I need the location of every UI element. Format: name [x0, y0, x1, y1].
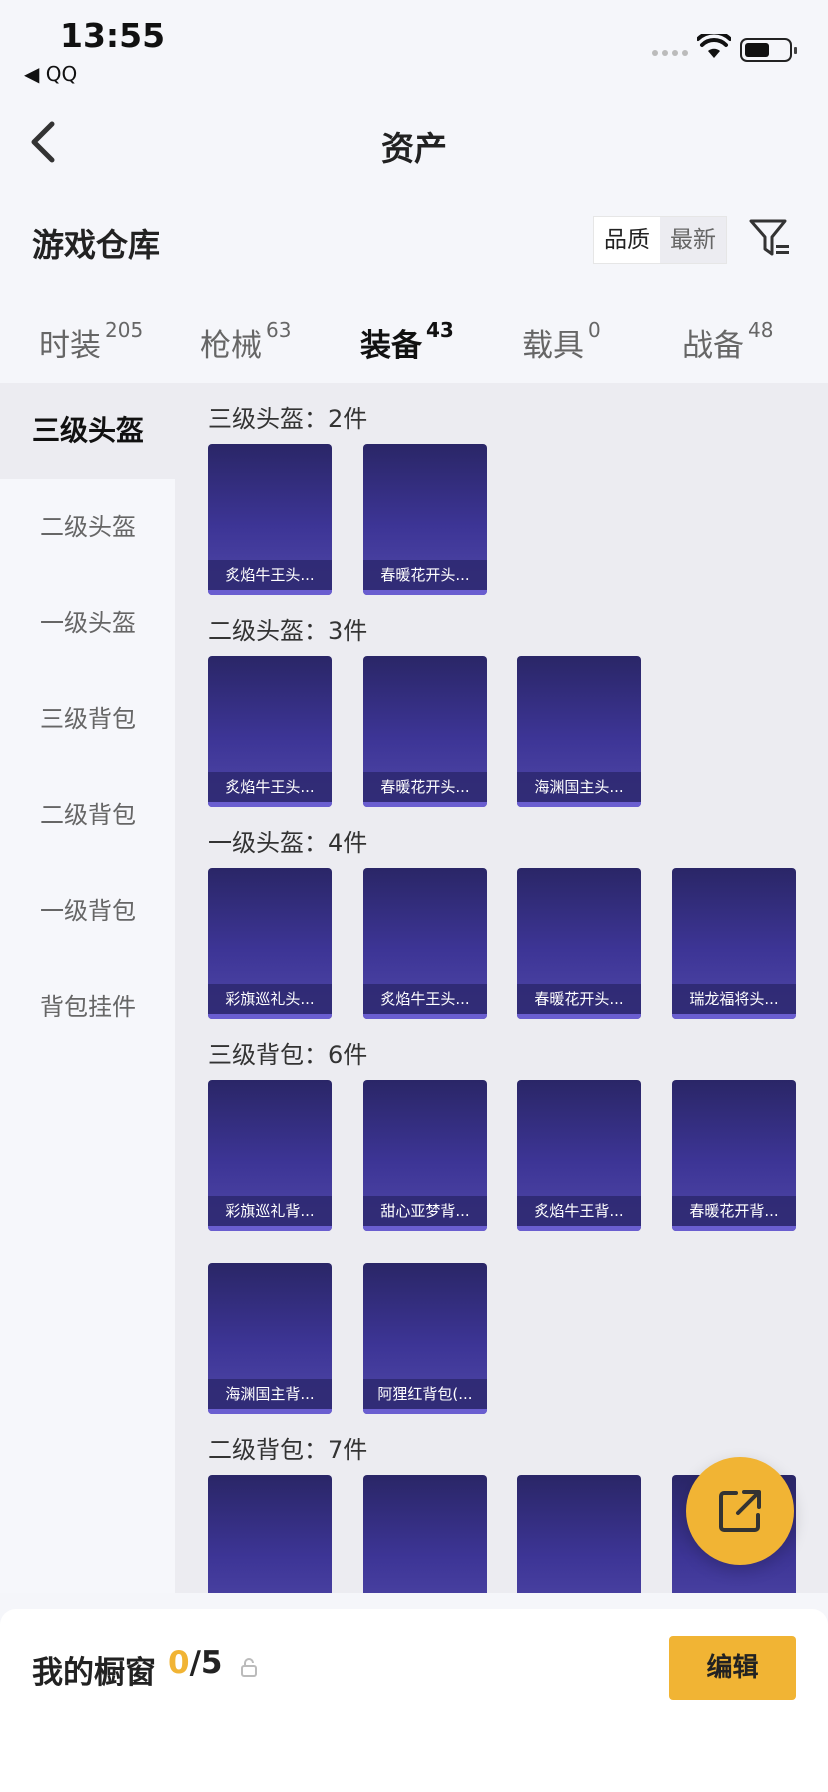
- item-name: 春暖花开头...: [517, 984, 641, 1014]
- showcase-label: 我的橱窗: [32, 1655, 156, 1691]
- item-name: 阿狸红背包(...: [363, 1379, 487, 1409]
- item-name: 炙焰牛王头...: [208, 560, 332, 590]
- warehouse-header: 游戏仓库 品质 最新: [0, 200, 828, 280]
- tab-count: 0: [588, 318, 601, 342]
- tab-count: 43: [426, 318, 454, 342]
- tab-equipment[interactable]: 装备 43: [360, 318, 454, 394]
- status-bar: 13:55 ◀ QQ: [0, 0, 828, 100]
- showcase-count: 0/5: [168, 1645, 222, 1681]
- item-card[interactable]: 彩旗巡礼背...: [208, 1080, 332, 1231]
- warehouse-title: 游戏仓库: [32, 226, 161, 264]
- item-card[interactable]: 阿狸红背包(...: [363, 1263, 487, 1414]
- item-name: 春暖花开头...: [363, 560, 487, 590]
- item-card[interactable]: [208, 1475, 332, 1593]
- item-card[interactable]: 春暖花开头...: [517, 868, 641, 1019]
- sidebar-item-lvl1-backpack[interactable]: 一级背包: [0, 863, 175, 959]
- item-name: 海渊国主背...: [208, 1379, 332, 1409]
- item-card[interactable]: 炙焰牛王头...: [208, 444, 332, 595]
- item-card[interactable]: 炙焰牛王头...: [208, 656, 332, 807]
- item-card[interactable]: 瑞龙福将头...: [672, 868, 796, 1019]
- item-name: 彩旗巡礼背...: [208, 1196, 332, 1226]
- item-name: 炙焰牛王头...: [363, 984, 487, 1014]
- edit-button[interactable]: 编辑: [669, 1636, 796, 1700]
- item-name: 炙焰牛王头...: [208, 772, 332, 802]
- tab-count: 205: [105, 318, 144, 342]
- item-card[interactable]: 甜心亚梦背...: [363, 1080, 487, 1231]
- showcase-current: 0: [168, 1645, 190, 1681]
- section-title: 二级头盔：3件: [208, 617, 368, 645]
- tab-label: 装备: [360, 328, 422, 364]
- showcase-total: /5: [189, 1645, 223, 1681]
- item-name: 海渊国主头...: [517, 772, 641, 802]
- share-button[interactable]: [686, 1457, 794, 1565]
- sidebar-item-lvl1-helmet[interactable]: 一级头盔: [0, 575, 175, 671]
- item-name: 瑞龙福将头...: [672, 984, 796, 1014]
- item-name: 春暖花开背...: [672, 1196, 796, 1226]
- item-card[interactable]: 炙焰牛王背...: [517, 1080, 641, 1231]
- status-time: 13:55: [60, 16, 166, 55]
- tab-weapons[interactable]: 枪械 63: [200, 318, 292, 365]
- item-name: 甜心亚梦背...: [363, 1196, 487, 1226]
- filter-icon[interactable]: [748, 216, 792, 260]
- item-card[interactable]: 春暖花开背...: [672, 1080, 796, 1231]
- item-name: 炙焰牛王背...: [517, 1196, 641, 1226]
- item-name: 春暖花开头...: [363, 772, 487, 802]
- item-card[interactable]: 春暖花开头...: [363, 656, 487, 807]
- share-icon: [719, 1490, 761, 1532]
- sidebar-item-lvl2-backpack[interactable]: 二级背包: [0, 767, 175, 863]
- sort-newest-button[interactable]: 最新: [660, 217, 726, 263]
- item-grid: 三级头盔：2件 炙焰牛王头... 春暖花开头... 二级头盔：3件 炙焰牛王头.…: [175, 383, 828, 1593]
- sort-quality-button[interactable]: 品质: [594, 217, 660, 263]
- item-card[interactable]: 海渊国主背...: [208, 1263, 332, 1414]
- section-title: 二级背包：7件: [208, 1436, 368, 1464]
- item-card[interactable]: [363, 1475, 487, 1593]
- sidebar-item-lvl3-helmet[interactable]: 三级头盔: [0, 383, 175, 479]
- sidebar-item-backpack-pendant[interactable]: 背包挂件: [0, 959, 175, 1055]
- wifi-icon: [697, 34, 731, 58]
- sort-toggle: 品质 最新: [593, 216, 727, 264]
- item-name: 彩旗巡礼头...: [208, 984, 332, 1014]
- showcase-bar: 我的橱窗 0/5 编辑: [0, 1609, 828, 1792]
- item-card[interactable]: 炙焰牛王头...: [363, 868, 487, 1019]
- sidebar-item-lvl3-backpack[interactable]: 三级背包: [0, 671, 175, 767]
- page-title: 资产: [381, 129, 447, 168]
- sidebar: 三级头盔 二级头盔 一级头盔 三级背包 二级背包 一级背包 背包挂件: [0, 383, 175, 1593]
- item-card[interactable]: 彩旗巡礼头...: [208, 868, 332, 1019]
- tab-label: 战备: [682, 328, 744, 364]
- tab-count: 48: [748, 318, 774, 342]
- back-to-app-link[interactable]: ◀ QQ: [24, 62, 77, 86]
- tab-vehicles[interactable]: 载具 0: [522, 318, 601, 365]
- lock-icon: [241, 1658, 257, 1677]
- category-tabs: 时装 205 枪械 63 装备 43 载具 0 战备 48: [0, 300, 828, 394]
- section-title: 三级头盔：2件: [208, 405, 368, 433]
- tab-label: 枪械: [200, 328, 262, 364]
- tab-fashion[interactable]: 时装 205: [39, 318, 144, 365]
- item-card[interactable]: 海渊国主头...: [517, 656, 641, 807]
- tab-label: 时装: [39, 328, 101, 364]
- tab-label: 载具: [522, 328, 584, 364]
- signal-icon: [652, 50, 688, 56]
- tab-gear[interactable]: 战备 48: [682, 318, 774, 365]
- item-card[interactable]: [517, 1475, 641, 1593]
- section-title: 一级头盔：4件: [208, 829, 368, 857]
- tab-count: 63: [266, 318, 292, 342]
- section-title: 三级背包：6件: [208, 1041, 368, 1069]
- item-card[interactable]: 春暖花开头...: [363, 444, 487, 595]
- battery-icon: [740, 38, 797, 62]
- sidebar-item-lvl2-helmet[interactable]: 二级头盔: [0, 479, 175, 575]
- nav-bar: 资产: [0, 100, 828, 200]
